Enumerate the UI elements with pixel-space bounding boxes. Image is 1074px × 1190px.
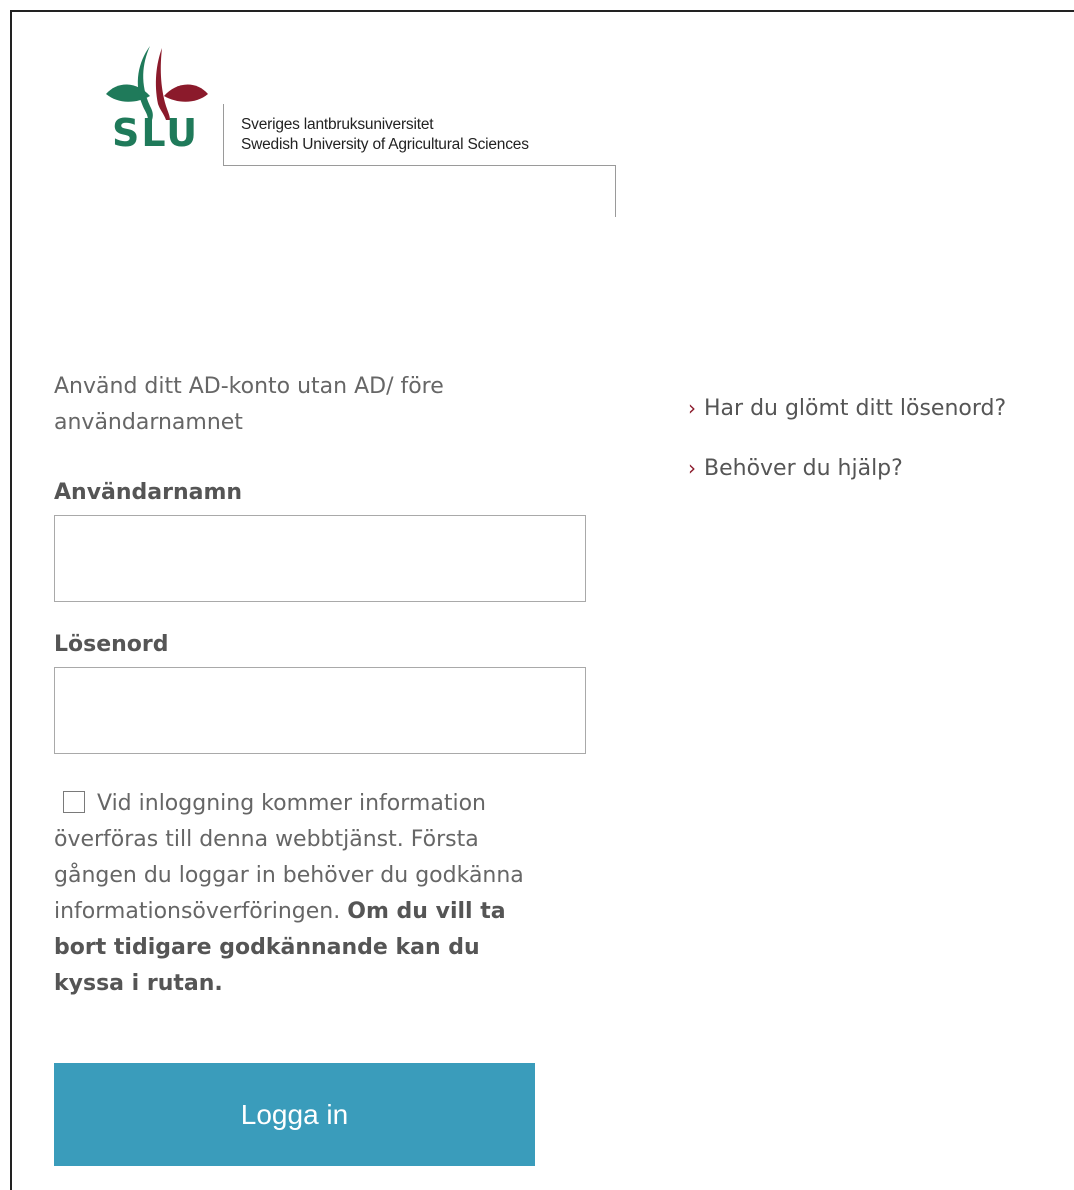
logo-divider bbox=[223, 104, 224, 166]
university-name-en: Swedish University of Agricultural Scien… bbox=[241, 136, 529, 153]
university-name: Sveriges lantbruksuniversitet Swedish Un… bbox=[241, 115, 529, 155]
chevron-right-icon: › bbox=[688, 456, 696, 480]
forgot-password-link[interactable]: › Har du glömt ditt lösenord? bbox=[688, 390, 1006, 450]
consent-checkbox[interactable] bbox=[63, 791, 85, 813]
logo-divider bbox=[615, 165, 616, 217]
help-links: › Har du glömt ditt lösenord? › Behöver du… bbox=[688, 390, 1006, 510]
logo-divider bbox=[223, 165, 616, 166]
login-instructions: Använd ditt AD-konto utan AD/ före använ… bbox=[54, 374, 444, 435]
forgot-password-label: Har du glömt ditt lösenord? bbox=[704, 396, 1007, 421]
username-field[interactable] bbox=[54, 515, 586, 602]
username-label: Användarnamn bbox=[54, 480, 243, 505]
need-help-label: Behöver du hjälp? bbox=[704, 456, 903, 481]
password-label: Lösenord bbox=[54, 632, 169, 657]
login-button[interactable]: Logga in bbox=[54, 1063, 535, 1166]
password-field[interactable] bbox=[54, 667, 586, 754]
consent-section: Vid inloggning kommer information överfö… bbox=[54, 786, 544, 1002]
chevron-right-icon: › bbox=[688, 396, 696, 420]
university-name-sv: Sveriges lantbruksuniversitet bbox=[241, 116, 434, 133]
need-help-link[interactable]: › Behöver du hjälp? bbox=[688, 450, 1006, 510]
logo-wordmark: SLU bbox=[112, 111, 200, 155]
